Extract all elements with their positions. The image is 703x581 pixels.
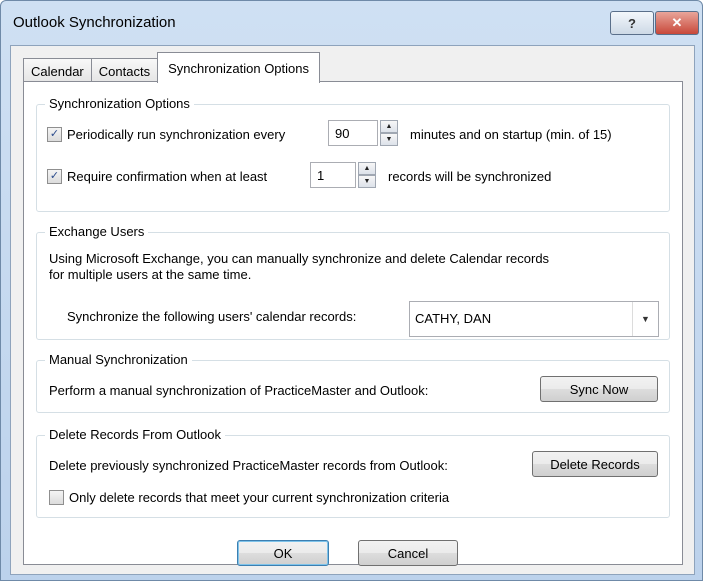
tab-synchronization-options[interactable]: Synchronization Options [157,52,320,83]
close-button[interactable]: ✕ [655,11,699,35]
confirm-count-spinner[interactable]: ▲ ▼ [358,162,376,188]
dialog-client: Calendar Contacts Synchronization Option… [10,45,695,575]
tab-calendar-label: Calendar [31,63,84,79]
close-icon: ✕ [671,15,683,30]
dropdown-arrow-icon[interactable]: ▼ [632,302,658,336]
checkmark-icon: ✓ [49,170,60,182]
require-confirmation-label: Require confirmation when at least [67,169,268,184]
title-bar: Outlook Synchronization ? ✕ [1,1,702,45]
confirm-suffix-text: records will be synchronized [388,169,552,184]
users-label: Synchronize the following users' calenda… [67,309,356,324]
confirm-row: ✓ Require confirmation when at least [47,169,267,184]
exchange-description-line1: Using Microsoft Exchange, you can manual… [49,251,549,266]
delete-description: Delete previously synchronized PracticeM… [49,458,448,473]
ok-button[interactable]: OK [237,540,329,566]
confirm-count-input[interactable]: 1 [310,162,356,188]
delete-records-legend: Delete Records From Outlook [45,427,225,442]
users-label-text: Synchronize the following users' calenda… [67,309,357,324]
periodic-sync-checkbox[interactable]: ✓ [47,127,62,142]
exchange-users-group: Exchange Users Using Microsoft Exchange,… [36,224,670,340]
tab-contacts-label: Contacts [98,63,151,79]
delete-records-group: Delete Records From Outlook Delete previ… [36,427,670,518]
users-combobox[interactable]: CATHY, DAN ▼ [409,301,659,337]
manual-sync-legend: Manual Synchronization [45,352,192,367]
only-delete-label: Only delete records that meet your curre… [69,490,450,505]
delete-records-button[interactable]: Delete Records [532,451,658,477]
periodic-sync-row: ✓ Periodically run synchronization every [47,127,285,142]
users-value: CATHY, DAN [415,311,492,326]
sync-options-group: Synchronization Options ✓ Periodically r… [36,96,670,212]
interval-minutes-spinner[interactable]: ▲ ▼ [380,120,398,146]
confirm-suffix: records will be synchronized [388,169,551,184]
tab-panel: Synchronization Options ✓ Periodically r… [23,81,683,565]
spin-up-icon[interactable]: ▲ [358,162,376,175]
interval-minutes-value: 90 [335,125,350,141]
tab-synchronization-options-label: Synchronization Options [168,60,309,76]
tab-strip: Calendar Contacts Synchronization Option… [23,52,320,83]
tab-contacts[interactable]: Contacts [90,58,159,83]
spin-down-icon[interactable]: ▼ [358,175,376,188]
manual-sync-description-text: Perform a manual synchronization of Prac… [49,383,429,398]
manual-sync-group: Manual Synchronization Perform a manual … [36,352,670,413]
dialog-window: Outlook Synchronization ? ✕ Calendar Con… [0,0,703,581]
interval-minutes-input[interactable]: 90 [328,120,378,146]
spin-down-icon[interactable]: ▼ [380,133,398,146]
exchange-users-legend: Exchange Users [45,224,149,239]
require-confirmation-checkbox[interactable]: ✓ [47,169,62,184]
checkmark-icon: ✓ [49,128,60,140]
sync-options-legend: Synchronization Options [45,96,194,111]
tab-calendar[interactable]: Calendar [23,58,92,83]
cancel-button[interactable]: Cancel [358,540,458,566]
window-title: Outlook Synchronization [13,14,176,31]
spin-up-icon[interactable]: ▲ [380,120,398,133]
periodic-suffix-text: minutes and on startup (min. of 15) [410,127,612,142]
manual-sync-description: Perform a manual synchronization of Prac… [49,383,428,398]
only-delete-row: Only delete records that meet your curre… [49,490,449,505]
sync-now-button[interactable]: Sync Now [540,376,658,402]
exchange-description-text1: Using Microsoft Exchange, you can manual… [49,251,550,266]
periodic-suffix: minutes and on startup (min. of 15) [410,127,612,142]
periodic-sync-label: Periodically run synchronization every [67,127,286,142]
delete-description-text: Delete previously synchronized PracticeM… [49,458,448,473]
help-icon: ? [628,15,636,31]
only-delete-checkbox[interactable] [49,490,64,505]
confirm-count-value: 1 [317,167,325,183]
exchange-description-line2: for multiple users at the same time. [49,267,251,282]
exchange-description-text2: for multiple users at the same time. [49,267,252,282]
help-button[interactable]: ? [610,11,654,35]
